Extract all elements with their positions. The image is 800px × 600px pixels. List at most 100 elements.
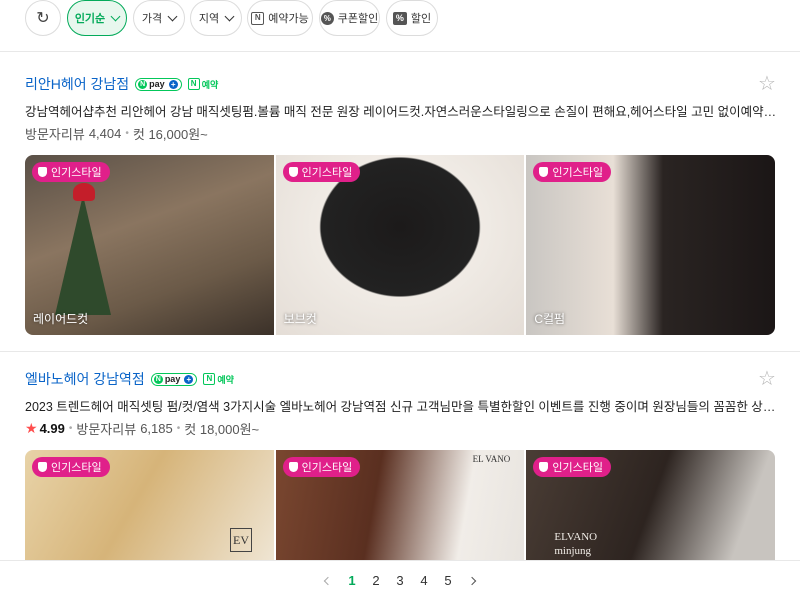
style-photo[interactable]: 인기스타일 EV (25, 450, 274, 560)
chip-label: 예약가능 (268, 13, 309, 25)
shop-name-link[interactable]: 엘바노헤어 강남역점 (25, 369, 145, 389)
chip-label: 지역 (198, 13, 220, 25)
style-photo[interactable]: 인기스타일 ELVANO minjung (526, 450, 775, 560)
separator-dot: • (176, 423, 181, 434)
style-photo[interactable]: 인기스타일 레이어드컷 (25, 155, 274, 335)
reservation-label: 예약 (217, 374, 234, 385)
npay-badge: N pay + (150, 372, 198, 386)
naver-reservation-icon: N (203, 373, 216, 385)
next-page-button[interactable] (460, 569, 484, 593)
review-count: 6,185 (140, 421, 173, 436)
popular-style-badge: 인기스타일 (32, 457, 110, 477)
region-filter-chip[interactable]: 지역 (190, 0, 242, 36)
pagination: 1 2 3 4 5 (0, 560, 800, 600)
refresh-button[interactable]: ↻ (25, 0, 61, 36)
plus-icon: + (184, 374, 194, 384)
badge-label: 인기스타일 (552, 167, 603, 179)
separator-dot: • (68, 423, 73, 434)
sort-popular-chip[interactable]: 인기순 (67, 0, 127, 36)
naver-n-icon: N (138, 79, 148, 89)
badge-label: 인기스타일 (51, 462, 102, 474)
shield-icon (539, 167, 549, 177)
listing-divider (0, 351, 800, 352)
page-link[interactable]: 1 (340, 573, 364, 588)
style-photo[interactable]: 인기스타일 EL VANO (275, 450, 525, 560)
badge-label: 인기스타일 (301, 167, 353, 179)
chip-label: 인기순 (74, 13, 106, 25)
photo-caption: C컬펌 (534, 312, 566, 326)
style-photo[interactable]: 인기스타일 C컬펌 (526, 155, 775, 335)
shop-name-link[interactable]: 리안H헤어 강남점 (25, 74, 129, 94)
salon-watermark: EL VANO (472, 454, 511, 464)
page-link[interactable]: 3 (388, 573, 412, 588)
plus-icon: + (168, 79, 178, 89)
listing-header: 리안H헤어 강남점 N pay + N 예약 (25, 75, 218, 93)
shield-icon (38, 167, 47, 177)
shield-icon (288, 167, 298, 177)
shield-icon (288, 462, 298, 472)
page-link[interactable]: 2 (364, 573, 388, 588)
price-text: 컷 16,000원~ (132, 127, 208, 142)
listing-header: 엘바노헤어 강남역점 N pay + N 예약 (25, 370, 234, 388)
rating-value: 4.99 (39, 421, 65, 436)
tree-ornament (73, 183, 95, 201)
discount-filter-chip[interactable]: % 할인 (386, 0, 438, 36)
badge-label: 인기스타일 (552, 462, 603, 474)
chip-label: 쿠폰할인 (337, 13, 379, 25)
photo-caption: 레이어드컷 (33, 312, 89, 326)
shield-icon (38, 462, 47, 472)
popular-style-badge: 인기스타일 (533, 162, 611, 182)
prev-page-button[interactable] (316, 569, 340, 593)
shield-icon (539, 462, 549, 472)
popular-style-badge: 인기스타일 (282, 162, 361, 182)
filter-bar: ↻ 인기순 가격 지역 N 예약가능 % 쿠폰할인 % 할인 (0, 0, 800, 52)
rating-star-icon: ★ (25, 420, 38, 436)
photo-strip: 인기스타일 레이어드컷 인기스타일 보브컷 인기스타일 C컬펌 (25, 155, 775, 335)
chip-label: 할인 (410, 13, 432, 25)
salon-watermark: ELVANO minjung (554, 531, 598, 557)
favorite-star-icon[interactable]: ☆ (757, 369, 777, 389)
chevron-left-icon (323, 576, 333, 585)
style-photo[interactable]: 인기스타일 보브컷 (275, 155, 525, 335)
shop-meta: 방문자리뷰 4,404 • 컷 16,000원~ (25, 124, 208, 143)
coupon-filter-chip[interactable]: % 쿠폰할인 (319, 0, 380, 36)
price-text: 컷 18,000원~ (184, 422, 260, 437)
reservation-badge: N 예약 (203, 373, 234, 386)
reservation-label: 예약 (201, 79, 219, 90)
chevron-down-icon (224, 11, 235, 21)
shop-description: 강남역헤어샵추천 리안헤어 강남 매직셋팅펌.볼륨 매직 전문 원장 레이어드컷… (25, 105, 777, 119)
review-label: 방문자리뷰 (76, 422, 137, 437)
salon-watermark: EV (230, 528, 252, 552)
shop-description: 2023 트렌드헤어 매직셋팅 펌/컷/염색 3가지시술 엘바노헤어 강남역점 … (25, 400, 777, 414)
popular-style-badge: 인기스타일 (282, 457, 361, 477)
chevron-right-icon (467, 576, 477, 585)
popular-style-badge: 인기스타일 (32, 162, 110, 182)
page-link[interactable]: 4 (412, 573, 436, 588)
rating: ★ 4.99 (25, 420, 65, 437)
badge-label: 인기스타일 (51, 167, 102, 179)
coupon-icon: % (320, 11, 334, 25)
separator-dot: • (125, 128, 129, 139)
chip-label: 가격 (141, 13, 163, 25)
npay-badge: N pay + (135, 77, 182, 91)
npay-label: pay (149, 79, 165, 89)
photo-strip: 인기스타일 EV 인기스타일 EL VANO 인기스타일 ELVANO minj… (25, 450, 775, 560)
favorite-star-icon[interactable]: ☆ (757, 74, 777, 94)
badge-label: 인기스타일 (301, 462, 353, 474)
naver-reservation-icon: N (251, 11, 265, 25)
npay-label: pay (164, 374, 181, 384)
review-label: 방문자리뷰 (25, 127, 85, 142)
review-count: 4,404 (88, 126, 122, 141)
naver-reservation-icon: N (187, 78, 200, 90)
photo-caption: 보브컷 (283, 312, 317, 326)
reservation-badge: N 예약 (187, 78, 219, 91)
naver-n-icon: N (153, 374, 163, 384)
reservation-filter-chip[interactable]: N 예약가능 (247, 0, 313, 36)
popular-style-badge: 인기스타일 (533, 457, 611, 477)
christmas-tree-image (55, 195, 111, 315)
chevron-down-icon (167, 11, 178, 21)
price-filter-chip[interactable]: 가격 (133, 0, 185, 36)
page-link[interactable]: 5 (436, 573, 460, 588)
chevron-down-icon (110, 11, 121, 21)
shop-meta: ★ 4.99 • 방문자리뷰 6,185 • 컷 18,000원~ (25, 419, 259, 438)
